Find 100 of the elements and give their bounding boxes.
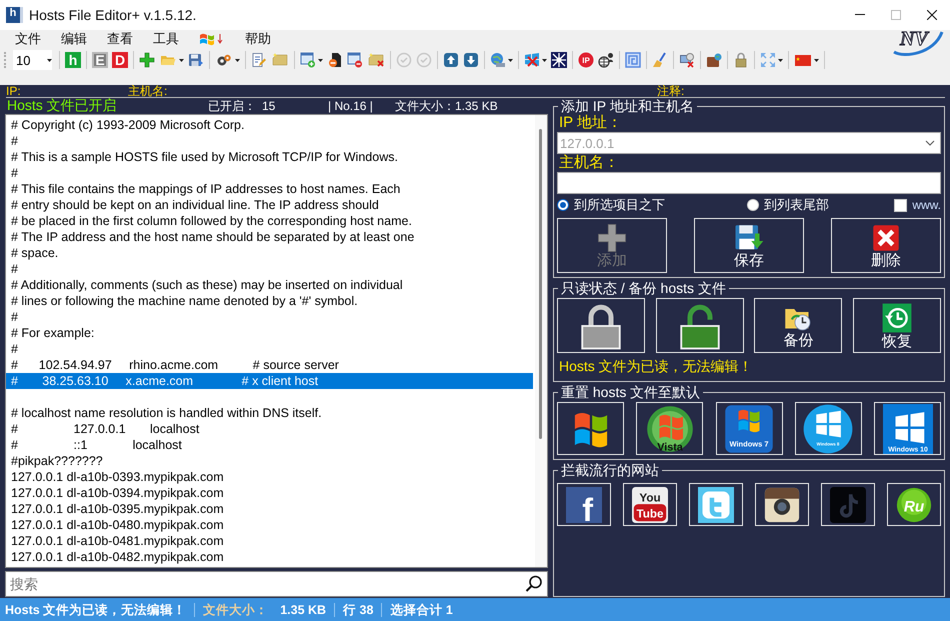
radio-label: 到列表尾部: [764, 196, 829, 214]
group-title: 添加 IP 地址和主机名: [560, 98, 695, 114]
code-line[interactable]: #: [6, 341, 535, 357]
status-message: Hosts 文件为已读，无法编辑！: [5, 602, 186, 616]
delete-button[interactable]: 删除: [831, 218, 941, 273]
code-line[interactable]: # entry should be kept on an individual line. The IP address should: [6, 197, 535, 213]
code-line[interactable]: # This file contains the mappings of IP addresses to host names. Each: [6, 181, 535, 197]
reset-windows-button[interactable]: Vista: [636, 402, 704, 455]
code-line[interactable]: 127.0.0.1 dl-a10b-0395.mypikpak.com: [6, 501, 535, 517]
menu-item[interactable]: 帮助: [236, 30, 282, 48]
code-line[interactable]: #: [6, 133, 535, 149]
broom-icon: [652, 52, 668, 68]
read-only-message: Hosts 文件为已读，无法编辑！: [558, 357, 754, 376]
group-title: 只读状态 / 备份 hosts 文件: [560, 280, 727, 296]
checkbox[interactable]: [894, 198, 908, 212]
block-site-button[interactable]: f: [557, 483, 611, 526]
restore-button[interactable]: 恢复: [852, 298, 941, 353]
code-line[interactable]: # The IP address and the host name should be separated by at least one: [6, 229, 535, 245]
code-line[interactable]: # This is a sample HOSTS file used by Microsoft TCP/IP for Windows.: [6, 149, 535, 165]
code-line[interactable]: # lines or following the machine name denoted by a '#' symbol.: [6, 293, 535, 309]
windows-logo-icon: [804, 404, 853, 453]
maximize-icon: [891, 10, 901, 20]
caret-icon: [235, 58, 240, 62]
save-button[interactable]: 保存: [694, 218, 804, 273]
clock-restore-icon: [880, 302, 913, 334]
block-site-button[interactable]: [689, 483, 743, 526]
hostname-field[interactable]: [557, 172, 941, 194]
reset-windows-button[interactable]: Windows 7: [716, 402, 782, 455]
window-remove-icon: [347, 52, 363, 68]
save-icon: [188, 52, 204, 68]
menu-item[interactable]: 工具: [144, 30, 190, 48]
file-size-value: 1.35 KB: [455, 99, 498, 113]
logo-text: Ru: [904, 498, 924, 515]
menu-item[interactable]: 文件: [6, 30, 52, 48]
radio-button[interactable]: [557, 199, 569, 211]
camera-logo-icon: [764, 486, 800, 522]
code-line[interactable]: # 127.0.0.1 localhost: [6, 421, 535, 437]
logo-text: Tube: [636, 507, 664, 520]
code-line[interactable]: # be placed in the first column followed by the corresponding host name.: [6, 213, 535, 229]
search-icon[interactable]: [525, 575, 543, 593]
scrollbar[interactable]: [535, 115, 547, 567]
caret-icon: [318, 58, 323, 62]
code-line[interactable]: # localhost name resolution is handled within DNS itself.: [6, 405, 535, 421]
toolbar-button[interactable]: IP: [576, 49, 596, 71]
code-line[interactable]: 127.0.0.1 dl-a10b-0394.mypikpak.com: [6, 485, 535, 501]
group-title: 拦截流行的网站: [560, 462, 660, 478]
code-line[interactable]: 127.0.0.1 dl-a10b-0482.mypikpak.com: [6, 549, 535, 565]
status-label: 文件大小：: [203, 602, 268, 616]
code-line[interactable]: # For example:: [6, 325, 535, 341]
padlock-icon: [733, 52, 749, 68]
caret-icon: [542, 58, 547, 62]
status-text: 1.35 KB: [280, 602, 326, 616]
hostname-label: 主机名：: [558, 154, 620, 172]
checkbox-label: www.: [912, 198, 941, 212]
block-site-button[interactable]: You Tube: [623, 483, 677, 526]
code-line[interactable]: # Copyright (c) 1993-2009 Microsoft Corp.: [6, 117, 535, 133]
code-line[interactable]: #: [6, 165, 535, 181]
chevron-icon: [925, 140, 935, 146]
note-edit-icon: [251, 52, 267, 68]
comment-label: 注释:: [657, 85, 686, 97]
code-line[interactable]: 127.0.0.1 dl-a10b-0481.mypikpak.com: [6, 533, 535, 549]
code-line[interactable]: 127.0.0.1 dl-a10b-0480.mypikpak.com: [6, 517, 535, 533]
code-line[interactable]: #: [6, 309, 535, 325]
reset-windows-button[interactable]: [557, 402, 624, 455]
code-line[interactable]: #pikpak???????: [6, 453, 535, 469]
monitor-blocked-icon: [679, 52, 695, 68]
code-line[interactable]: # 102.54.94.97 rhino.acme.com # source server: [6, 357, 535, 373]
window-title: Hosts File Editor+ v.1.5.12.: [29, 7, 198, 23]
plus-icon: [139, 52, 155, 68]
block-site-button[interactable]: [755, 483, 809, 526]
close-icon: [927, 10, 937, 20]
check-icon: [416, 52, 432, 68]
code-line[interactable]: # Additionally, comments (such as these) may be inserted on individual: [6, 277, 535, 293]
save-icon: [733, 222, 765, 252]
search-field[interactable]: 搜索: [5, 571, 548, 597]
caret-icon: [814, 58, 819, 62]
font-size-combo[interactable]: 10: [12, 49, 53, 71]
code-line[interactable]: 127.0.0.1 dl-a10b-0393.mypikpak.com: [6, 469, 535, 485]
gears-icon: [215, 52, 233, 68]
network-icon: [551, 52, 567, 68]
file-remove-icon: [327, 52, 343, 68]
hosts-editor[interactable]: [5, 114, 548, 568]
windows-blocked-icon: [524, 52, 540, 68]
unlock-button[interactable]: [656, 298, 744, 353]
hostname-label: 主机名:: [128, 85, 168, 97]
menu-item[interactable]: 查看: [98, 30, 144, 48]
lock-button[interactable]: [557, 298, 645, 353]
code-line[interactable]: #: [6, 261, 535, 277]
backup-button[interactable]: 备份: [754, 298, 842, 353]
label-delete-icon: [367, 52, 385, 68]
block-site-button[interactable]: [821, 483, 875, 526]
menu-item[interactable]: 编辑: [52, 30, 98, 48]
entry-number: | No.16 |: [328, 99, 374, 113]
status-text: 选择合计 1: [390, 602, 453, 616]
code-line[interactable]: # space.: [6, 245, 535, 261]
code-line[interactable]: # ::1 localhost: [6, 437, 535, 453]
logo-caption: Windows 7: [729, 439, 769, 448]
toolbar-button[interactable]: [549, 49, 569, 71]
logo-caption: Vista: [656, 441, 683, 452]
badge-text: IP: [582, 56, 590, 65]
